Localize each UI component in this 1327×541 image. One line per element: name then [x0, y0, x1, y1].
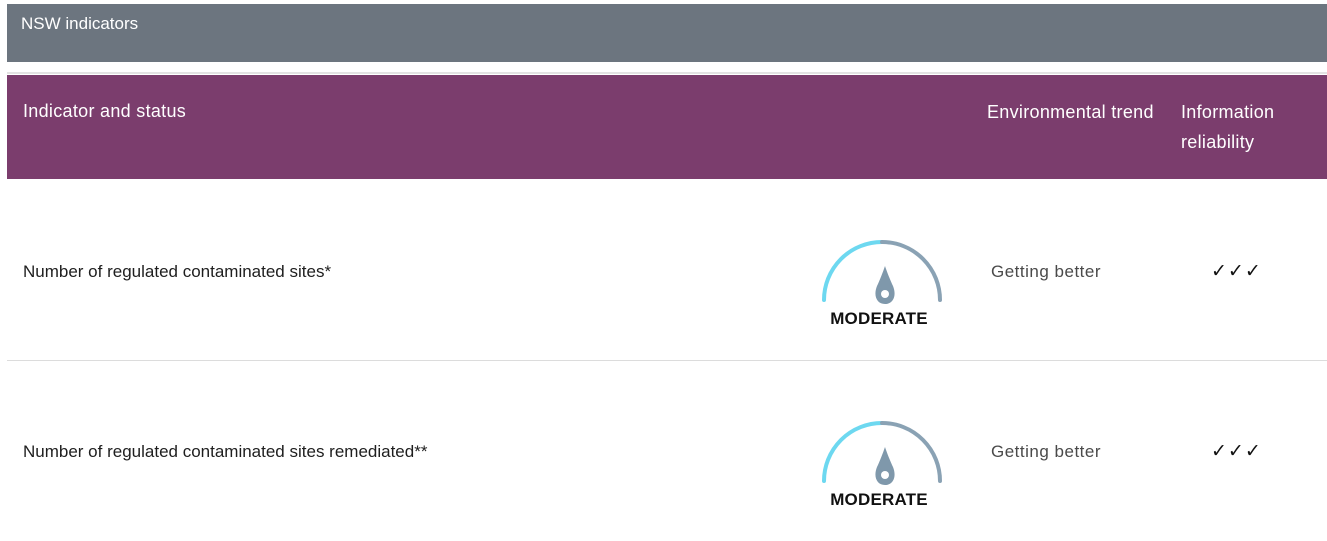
- table-header: Indicator and status Environmental trend…: [7, 75, 1327, 179]
- status-gauge: MODERATE: [809, 216, 949, 336]
- header-reliability: Information reliability: [1181, 102, 1275, 152]
- gauge-icon: [822, 421, 942, 485]
- table-row: Number of regulated contaminated sites r…: [7, 361, 1327, 541]
- reliability-value: ✓✓✓: [1211, 441, 1262, 462]
- indicator-label: Number of regulated contaminated sites r…: [23, 442, 428, 461]
- gauge-icon: [822, 240, 942, 304]
- header-trend: Environmental trend: [987, 102, 1154, 122]
- table-row: Number of regulated contaminated sites* …: [7, 180, 1327, 360]
- status-gauge: MODERATE: [809, 397, 949, 517]
- trend-value: Getting better: [991, 262, 1102, 281]
- reliability-value: ✓✓✓: [1211, 261, 1262, 282]
- table-caption: NSW indicators: [7, 4, 1327, 62]
- status-label: MODERATE: [830, 490, 928, 509]
- indicator-label: Number of regulated contaminated sites*: [23, 262, 332, 281]
- trend-value: Getting better: [991, 442, 1102, 461]
- table-caption-text: NSW indicators: [21, 14, 139, 33]
- divider: [7, 72, 1327, 74]
- header-indicator: Indicator and status: [23, 101, 187, 121]
- status-label: MODERATE: [830, 309, 928, 328]
